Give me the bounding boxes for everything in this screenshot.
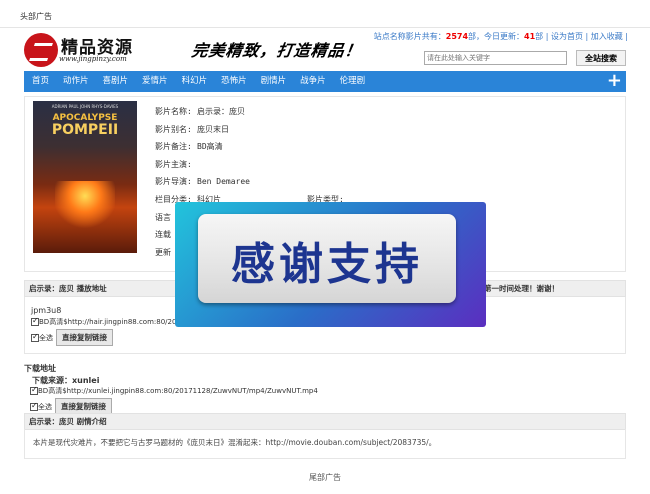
info-label: 影片主演: (155, 159, 192, 169)
movie-name: 启示录：庞贝 (197, 107, 245, 116)
nav-item-ethics[interactable]: 伦理剧 (332, 71, 372, 92)
download-source: 下载来源：xunlei (32, 376, 100, 385)
thanks-popup[interactable]: 感谢支持 (175, 202, 486, 327)
movie-note: BD高清 (197, 142, 223, 152)
stats-end: | (625, 32, 628, 41)
add-favorite-link[interactable]: 加入收藏 (591, 32, 623, 41)
nav-item-action[interactable]: 动作片 (55, 71, 95, 92)
main-nav: 首页 动作片 喜剧片 爱情片 科幻片 恐怖片 剧情片 战争片 伦理剧 + (24, 71, 626, 92)
nav-item-scifi[interactable]: 科幻片 (174, 71, 214, 92)
download-link-row: BD高清$http://xunlei.jingpin88.com:80/2017… (30, 385, 318, 396)
play-select-all-checkbox[interactable] (31, 332, 39, 342)
plus-icon[interactable]: + (607, 72, 622, 90)
play-header-title: 启示录：庞贝 播放地址 (29, 284, 107, 293)
site-stats: 站点名称影片共有：2574部，今日更新：41部 | 设为首页 | 加入收藏 | (374, 31, 628, 42)
info-row-note: 影片备注: BD高清 (155, 138, 250, 156)
info-row-alias: 影片别名: 庞贝末日 (155, 121, 250, 139)
plot-box: 本片是现代灾难片，不要把它与古罗马题材的《庞贝末日》混淆起来：http://mo… (24, 429, 626, 459)
set-home-link[interactable]: 设为首页 (551, 32, 583, 41)
poster-title-2: POMPEII (51, 122, 119, 138)
nav-item-horror[interactable]: 恐怖片 (213, 71, 253, 92)
info-label: 影片导演: (155, 177, 192, 187)
nav-item-comedy[interactable]: 喜剧片 (95, 71, 135, 92)
search-input[interactable] (424, 51, 567, 65)
search-bar: 全站搜索 (424, 50, 626, 66)
site-slogan: 完美精致，打造精品！ (190, 41, 364, 60)
stats-sep: | (585, 32, 589, 41)
stats-mid: 部，今日更新： (468, 32, 525, 41)
top-ad-banner: 头部广告 (0, 0, 650, 28)
stats-today: 41 (524, 32, 536, 41)
movie-director: Ben Demaree (197, 177, 250, 187)
info-label: 语言 (155, 212, 171, 222)
site-logo[interactable]: 精品资源 www.jingpinzy.com (24, 33, 142, 67)
play-source: jpm3u8 (31, 306, 62, 315)
plot-section-header: 启示录：庞贝 剧情介绍 (24, 413, 626, 430)
logo-url: www.jingpinzy.com (59, 55, 127, 63)
info-row-director: 影片导演: Ben Demaree (155, 173, 250, 191)
plot-text: 本片是现代灾难片，不要把它与古罗马题材的《庞贝末日》混淆起来：http://mo… (33, 438, 437, 447)
foot-ad-banner: 尾部广告 (309, 473, 341, 482)
download-select-all-label: 全选 (38, 403, 52, 411)
download-link[interactable]: BD高清$http://xunlei.jingpin88.com:80/2017… (38, 387, 318, 395)
stats-prefix: 站点名称影片共有： (373, 32, 446, 41)
play-link[interactable]: BD高清$http://hair.jingpin88.com:80/20 (39, 318, 176, 326)
poster-actors: ADRIAN PAUL JOHN RHYS-DAVIES (51, 104, 119, 109)
info-label: 更新 (155, 247, 171, 257)
play-controls: 全选直接复制链接 (31, 329, 113, 346)
play-header-note: 第一时间处理！谢谢！ (484, 284, 559, 293)
logo-mark-icon (24, 33, 58, 67)
thanks-text: 感谢支持 (231, 239, 423, 290)
nav-item-home[interactable]: 首页 (24, 71, 55, 92)
plot-header-title: 启示录：庞贝 剧情介绍 (29, 417, 107, 426)
download-select-all-checkbox[interactable] (30, 401, 38, 411)
movie-poster: ADRIAN PAUL JOHN RHYS-DAVIES APOCALYPSE … (33, 101, 137, 253)
info-label: 影片名称: (155, 107, 192, 116)
play-link-row: BD高清$http://hair.jingpin88.com:80/20 (31, 316, 176, 327)
nav-item-romance[interactable]: 爱情片 (134, 71, 174, 92)
download-title: 下载地址 (24, 364, 56, 373)
stats-suffix: 部 | (535, 32, 549, 41)
info-label: 连载 (155, 230, 171, 240)
stats-total: 2574 (445, 32, 469, 41)
poster-volcano-art (55, 181, 115, 231)
info-row-name: 影片名称: 启示录：庞贝 (155, 103, 250, 121)
thanks-panel: 感谢支持 (198, 214, 456, 303)
download-link-checkbox[interactable] (30, 385, 38, 395)
info-label: 影片备注: (155, 142, 192, 152)
play-link-checkbox[interactable] (31, 316, 39, 326)
info-row-actors: 影片主演: (155, 156, 250, 174)
nav-item-drama[interactable]: 剧情片 (253, 71, 293, 92)
play-copy-button[interactable]: 直接复制链接 (56, 329, 113, 346)
info-label: 影片别名: (155, 124, 192, 134)
site-header: 精品资源 www.jingpinzy.com 完美精致，打造精品！ 站点名称影片… (0, 28, 650, 70)
play-select-all-label: 全选 (39, 334, 53, 342)
nav-item-war[interactable]: 战争片 (292, 71, 332, 92)
movie-alias: 庞贝末日 (197, 124, 229, 134)
search-button[interactable]: 全站搜索 (576, 50, 626, 66)
